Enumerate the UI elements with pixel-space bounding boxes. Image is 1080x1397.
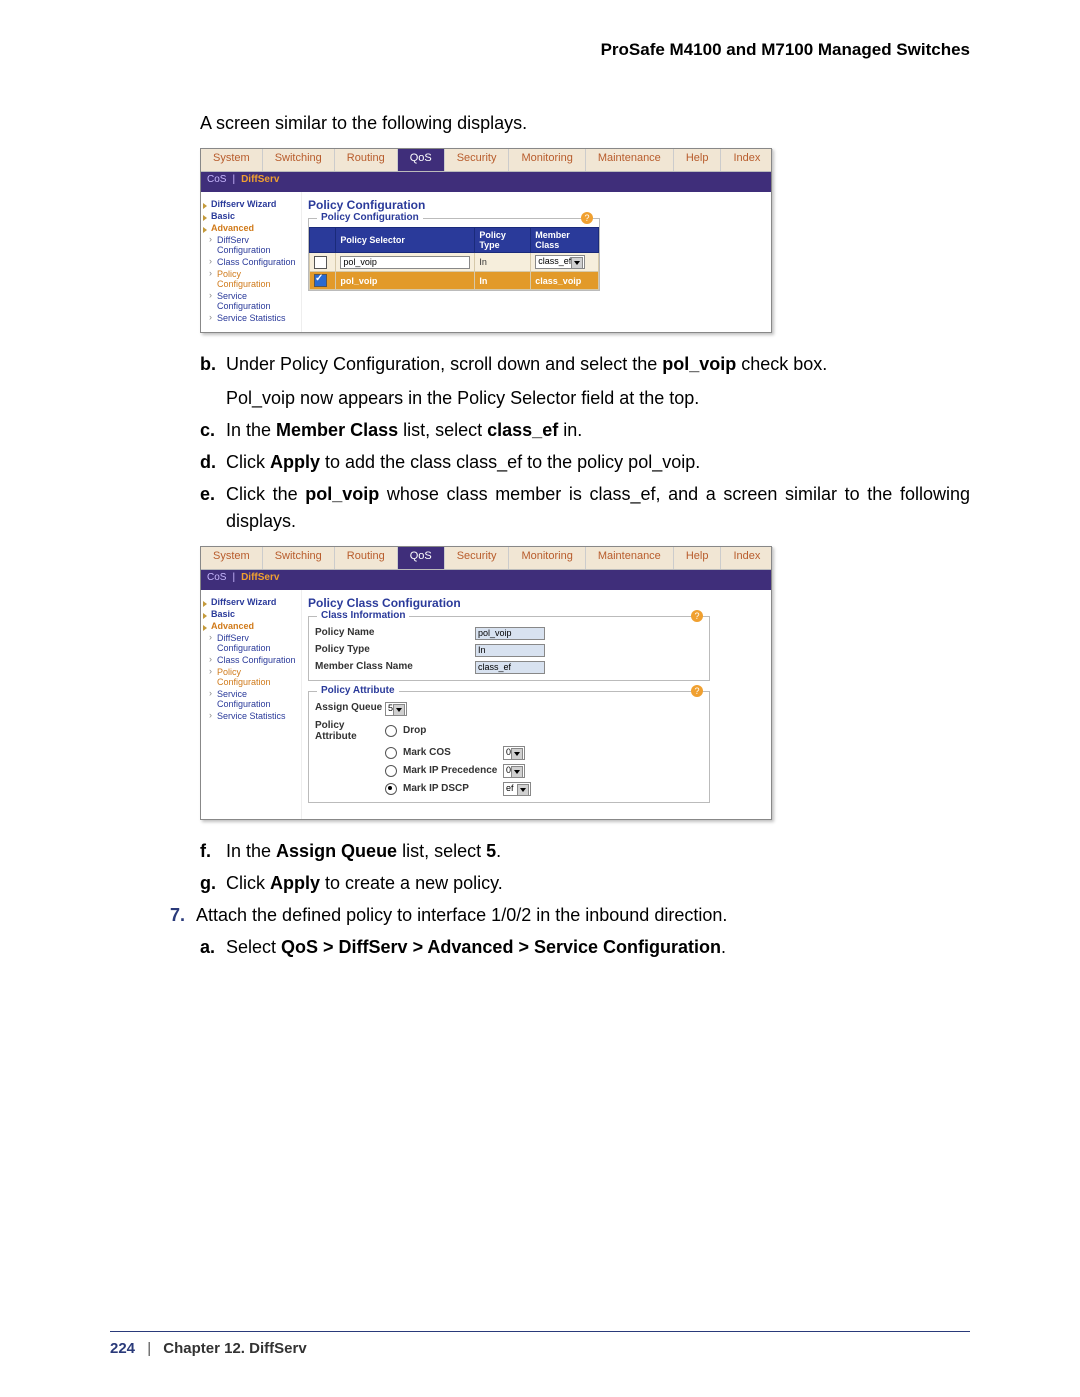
step-g: g. Click Apply to create a new policy. <box>200 870 970 896</box>
row-checkbox-blank[interactable] <box>314 256 327 269</box>
doc-header: ProSafe M4100 and M7100 Managed Switches <box>110 40 970 60</box>
sidebar-diffserv-wizard-2[interactable]: Diffserv Wizard <box>205 596 297 608</box>
tab-switching[interactable]: Switching <box>263 149 335 171</box>
opt-drop: Drop <box>403 725 426 736</box>
sidebar-advanced[interactable]: Advanced <box>205 222 297 234</box>
intro-text: A screen similar to the following displa… <box>200 110 970 136</box>
help-icon-3[interactable]: ? <box>691 685 703 697</box>
tab-security[interactable]: Security <box>445 149 510 171</box>
step-7a: a. Select QoS > DiffServ > Advanced > Se… <box>200 934 970 960</box>
policy-attr-label: Policy Attribute <box>315 720 385 742</box>
tab-maintenance-2[interactable]: Maintenance <box>586 547 674 569</box>
sidebar-policy-config[interactable]: Policy Configuration <box>205 268 297 290</box>
screenshot-policy-config: System Switching Routing QoS Security Mo… <box>200 148 772 333</box>
policy-attr-legend: Policy Attribute <box>317 685 399 696</box>
tab-help[interactable]: Help <box>674 149 722 171</box>
radio-mark-ip-prec[interactable] <box>385 765 397 777</box>
col-policy-type: Policy Type <box>475 228 531 253</box>
member-class-select[interactable]: class_ef <box>535 255 585 269</box>
step-d: d. Click Apply to add the class class_ef… <box>200 449 970 475</box>
tab-help-2[interactable]: Help <box>674 547 722 569</box>
tab-routing[interactable]: Routing <box>335 149 398 171</box>
tab-qos-2[interactable]: QoS <box>398 547 445 569</box>
subtab-diffserv-2[interactable]: DiffServ <box>241 572 279 588</box>
sidebar-diffserv-wizard[interactable]: Diffserv Wizard <box>205 198 297 210</box>
tab-maintenance[interactable]: Maintenance <box>586 149 674 171</box>
radio-mark-cos[interactable] <box>385 747 397 759</box>
tab-switching-2[interactable]: Switching <box>263 547 335 569</box>
member-class-label: Member Class Name <box>315 661 475 674</box>
tab-monitoring[interactable]: Monitoring <box>509 149 585 171</box>
tab-security-2[interactable]: Security <box>445 547 510 569</box>
main-tabs: System Switching Routing QoS Security Mo… <box>201 149 771 172</box>
step-b: b. Under Policy Configuration, scroll do… <box>200 351 970 411</box>
class-info-legend: Class Information <box>317 610 409 621</box>
sidebar-diffserv-config[interactable]: DiffServ Configuration <box>205 234 297 256</box>
help-icon[interactable]: ? <box>581 212 593 224</box>
step-f: f. In the Assign Queue list, select 5. <box>200 838 970 864</box>
tab-system[interactable]: System <box>201 149 263 171</box>
tab-routing-2[interactable]: Routing <box>335 547 398 569</box>
radio-drop[interactable] <box>385 725 397 737</box>
assign-queue-select[interactable]: 5 <box>385 702 407 716</box>
mark-cos-select[interactable]: 0 <box>503 746 525 760</box>
sidebar-basic-2[interactable]: Basic <box>205 608 297 620</box>
tab-index-2[interactable]: Index <box>721 547 773 569</box>
tab-system-2[interactable]: System <box>201 547 263 569</box>
sidebar-service-stats-2[interactable]: Service Statistics <box>205 710 297 722</box>
col-member-class: Member Class <box>531 228 599 253</box>
opt-mark-cos: Mark COS <box>403 747 503 758</box>
panel-legend: Policy Configuration <box>317 212 423 223</box>
sidebar-basic[interactable]: Basic <box>205 210 297 222</box>
subtab-cos[interactable]: CoS <box>207 174 226 190</box>
assign-queue-label: Assign Queue <box>315 702 385 716</box>
sidebar-policy-config-2[interactable]: Policy Configuration <box>205 666 297 688</box>
sidebar-service-config[interactable]: Service Configuration <box>205 290 297 312</box>
policy-name-label: Policy Name <box>315 627 475 640</box>
radio-mark-ip-dscp[interactable] <box>385 783 397 795</box>
mark-ip-prec-select[interactable]: 0 <box>503 764 525 778</box>
sidebar-2: Diffserv Wizard Basic Advanced DiffServ … <box>201 590 302 819</box>
sidebar-class-config-2[interactable]: Class Configuration <box>205 654 297 666</box>
row-policy-type: In <box>475 272 531 290</box>
sidebar-diffserv-config-2[interactable]: DiffServ Configuration <box>205 632 297 654</box>
policy-type-field: In <box>475 644 545 657</box>
step-7: 7. Attach the defined policy to interfac… <box>170 902 970 928</box>
col-policy-selector: Policy Selector <box>336 228 475 253</box>
screenshot-policy-class-config: System Switching Routing QoS Security Mo… <box>200 546 772 820</box>
tab-monitoring-2[interactable]: Monitoring <box>509 547 585 569</box>
help-icon-2[interactable]: ? <box>691 610 703 622</box>
opt-mark-ip-prec: Mark IP Precedence <box>403 765 503 776</box>
tab-qos[interactable]: QoS <box>398 149 445 171</box>
mark-ip-dscp-select[interactable]: ef <box>503 782 531 796</box>
row-policy-selector: pol_voip <box>336 272 475 290</box>
policy-selector-input[interactable]: pol_voip <box>340 256 470 269</box>
page-footer: 224 | Chapter 12. DiffServ <box>110 1323 970 1357</box>
sub-tabs: CoS | DiffServ <box>201 172 771 192</box>
panel-title-2: Policy Class Configuration <box>308 596 765 610</box>
panel-title: Policy Configuration <box>308 198 765 212</box>
page-number: 224 <box>110 1340 135 1357</box>
sidebar-advanced-2[interactable]: Advanced <box>205 620 297 632</box>
main-tabs-2: System Switching Routing QoS Security Mo… <box>201 547 771 570</box>
subtab-cos-2[interactable]: CoS <box>207 572 226 588</box>
sidebar: Diffserv Wizard Basic Advanced DiffServ … <box>201 192 302 332</box>
sidebar-service-config-2[interactable]: Service Configuration <box>205 688 297 710</box>
opt-mark-ip-dscp: Mark IP DSCP <box>403 783 503 794</box>
row-checkbox-checked[interactable] <box>314 274 327 287</box>
policy-name-field: pol_voip <box>475 627 545 640</box>
row-member-class: class_voip <box>531 272 599 290</box>
sub-tabs-2: CoS | DiffServ <box>201 570 771 590</box>
member-class-field: class_ef <box>475 661 545 674</box>
policy-type-label: Policy Type <box>315 644 475 657</box>
step-e: e. Click the pol_voip whose class member… <box>200 481 970 533</box>
sidebar-class-config[interactable]: Class Configuration <box>205 256 297 268</box>
tab-index[interactable]: Index <box>721 149 773 171</box>
policy-type-cell: In <box>475 253 531 272</box>
chapter-label: Chapter 12. DiffServ <box>163 1340 306 1357</box>
step-c: c. In the Member Class list, select clas… <box>200 417 970 443</box>
subtab-diffserv[interactable]: DiffServ <box>241 174 279 190</box>
sidebar-service-stats[interactable]: Service Statistics <box>205 312 297 324</box>
col-checkbox <box>310 228 336 253</box>
